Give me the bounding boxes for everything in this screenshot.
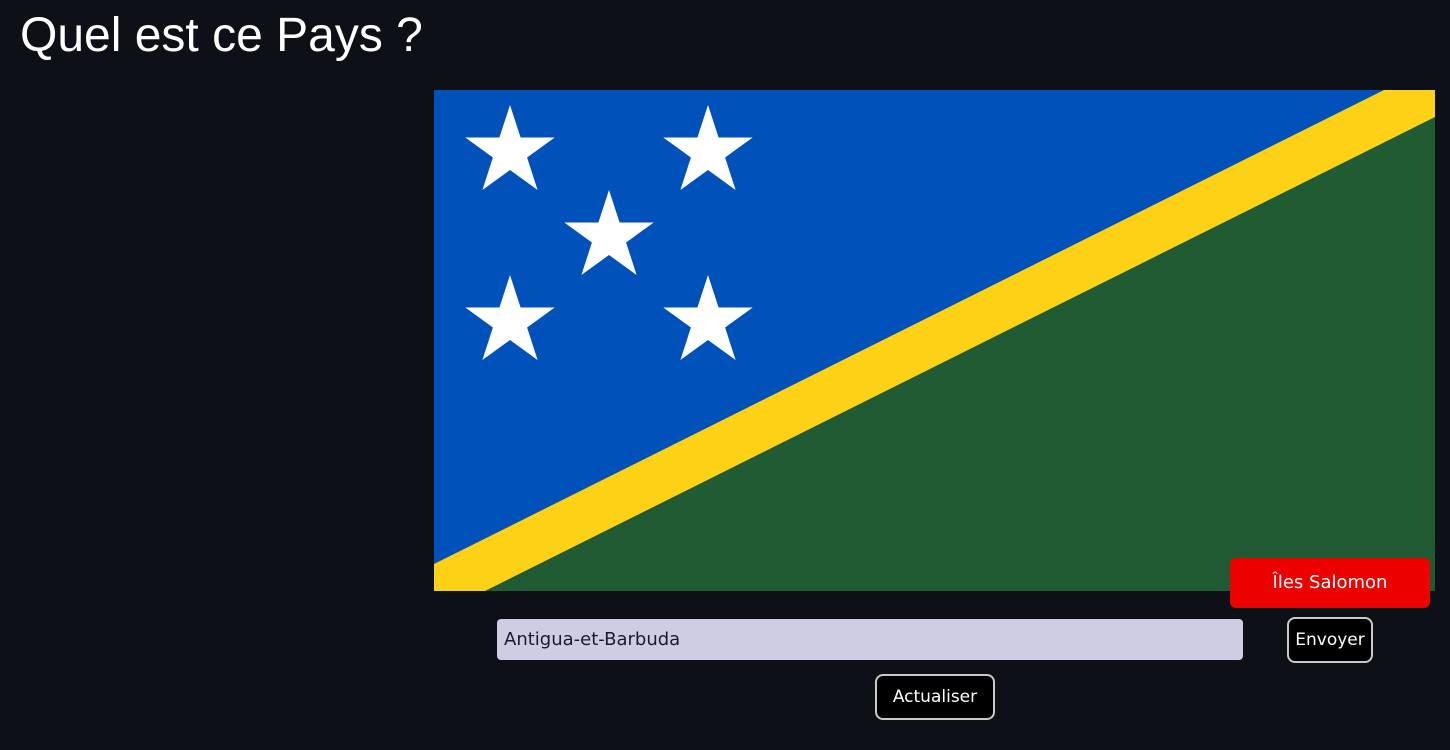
submit-button[interactable]: Envoyer <box>1287 617 1373 663</box>
country-guess-input[interactable] <box>497 619 1243 660</box>
refresh-button[interactable]: Actualiser <box>875 674 995 720</box>
flag-image <box>434 90 1435 591</box>
answer-badge: Îles Salomon <box>1230 558 1430 608</box>
page-title: Quel est ce Pays ? <box>20 9 423 62</box>
